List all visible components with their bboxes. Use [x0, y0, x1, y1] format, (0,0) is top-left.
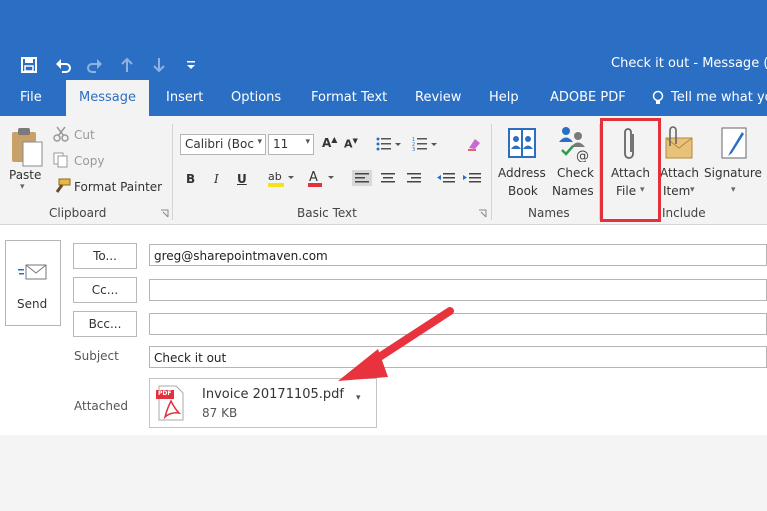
attach-file-highlight-box — [600, 118, 661, 222]
clipboard-group-label: Clipboard — [49, 206, 107, 220]
basic-text-group-label: Basic Text — [297, 206, 357, 220]
signature-button[interactable]: Signature — [704, 166, 762, 180]
scissors-icon — [53, 126, 69, 142]
send-label: Send — [17, 297, 48, 311]
svg-text:ab: ab — [268, 170, 282, 183]
customize-icon[interactable] — [185, 58, 197, 72]
svg-text:A: A — [309, 170, 318, 185]
attachment-item[interactable]: PDF Invoice 20171105.pdf 87 KB ▾ — [149, 378, 377, 428]
up-arrow-icon[interactable] — [120, 56, 134, 74]
svg-text:@: @ — [576, 149, 589, 162]
include-group-label: Include — [662, 206, 706, 220]
align-center-icon[interactable] — [378, 170, 398, 186]
tab-review[interactable]: Review — [415, 80, 461, 116]
font-size-select[interactable]: 11 ▾ — [268, 134, 314, 155]
attachment-size: 87 KB — [202, 406, 238, 420]
pdf-badge: PDF — [158, 390, 172, 397]
chevron-down-icon: ▾ — [305, 137, 310, 147]
bold-button[interactable]: B — [186, 172, 195, 186]
check-names-label-2[interactable]: Names — [552, 184, 594, 198]
tab-adobe-pdf[interactable]: ADOBE PDF — [550, 80, 626, 116]
align-right-icon[interactable] — [404, 170, 424, 186]
italic-button[interactable]: I — [214, 172, 219, 186]
attach-item-icon — [665, 126, 693, 159]
address-book-label-1[interactable]: Address — [498, 166, 546, 180]
check-names-icon: @ — [559, 127, 589, 162]
signature-icon — [721, 127, 747, 159]
message-body-area[interactable] — [0, 435, 767, 511]
font-name-value: Calibri (Boc — [185, 137, 254, 151]
undo-icon[interactable] — [54, 56, 72, 74]
down-arrow-icon[interactable] — [152, 56, 166, 74]
address-book-label-2[interactable]: Book — [508, 184, 538, 198]
names-group-label: Names — [528, 206, 570, 220]
window-top-band — [0, 0, 767, 50]
tab-insert[interactable]: Insert — [166, 80, 203, 116]
attach-item-label-2[interactable]: Item — [663, 184, 690, 198]
cc-field[interactable] — [149, 279, 767, 301]
envelope-icon — [18, 264, 47, 280]
decrease-indent-icon[interactable] — [436, 170, 456, 186]
copy-icon — [53, 152, 68, 168]
paste-dropdown-icon[interactable]: ▾ — [20, 182, 25, 192]
bcc-button[interactable]: Bcc... — [73, 311, 137, 337]
tab-help[interactable]: Help — [489, 80, 519, 116]
attachment-name: Invoice 20171105.pdf — [202, 387, 344, 402]
tab-file[interactable]: File — [20, 80, 42, 116]
attach-item-label-1[interactable]: Attach — [660, 166, 699, 180]
numbering-icon[interactable]: 1 2 3 — [412, 136, 438, 152]
underline-button[interactable]: U — [237, 172, 247, 186]
cc-button[interactable]: Cc... — [73, 277, 137, 303]
group-separator — [491, 124, 492, 220]
title-bar: Check it out - Message (H — [0, 50, 767, 80]
tab-format-text[interactable]: Format Text — [311, 80, 387, 116]
chevron-down-icon: ▾ — [257, 137, 262, 147]
save-icon[interactable] — [20, 56, 38, 74]
highlight-color-icon[interactable]: ab — [266, 168, 296, 188]
grow-font-icon[interactable]: A▲ — [322, 135, 337, 150]
ribbon: Paste ▾ Cut Copy Format Painter Clipboar… — [0, 116, 767, 225]
paste-icon — [12, 128, 43, 167]
increase-indent-icon[interactable] — [462, 170, 482, 186]
window-title: Check it out - Message (H — [611, 56, 767, 71]
paste-button[interactable]: Paste — [9, 168, 41, 182]
svg-text:3: 3 — [412, 147, 415, 152]
subject-label: Subject — [74, 349, 119, 363]
font-size-value: 11 — [273, 137, 289, 151]
signature-dropdown-icon[interactable]: ▾ — [731, 185, 736, 195]
bullets-icon[interactable] — [376, 136, 402, 152]
cut-button[interactable]: Cut — [74, 128, 95, 142]
to-field[interactable]: greg@sharepointmaven.com — [149, 244, 767, 266]
dialog-launcher-icon[interactable] — [478, 209, 487, 218]
to-button[interactable]: To... — [73, 243, 137, 269]
tell-me-box[interactable]: Tell me what you — [671, 80, 767, 116]
tab-message[interactable]: Message — [66, 80, 149, 116]
annotation-arrow — [338, 307, 454, 381]
attachment-menu-icon[interactable]: ▾ — [356, 393, 361, 403]
address-book-icon — [508, 128, 536, 158]
check-names-label-1[interactable]: Check — [557, 166, 594, 180]
compose-pane: Send To... greg@sharepointmaven.com Cc..… — [0, 225, 767, 435]
ribbon-tab-bar: File Message Insert Options Format Text … — [0, 80, 767, 116]
shrink-font-icon[interactable]: A▼ — [344, 137, 358, 151]
format-painter-button[interactable]: Format Painter — [74, 180, 162, 194]
redo-icon[interactable] — [86, 56, 104, 74]
align-left-icon[interactable] — [352, 170, 372, 186]
attach-item-dropdown-icon[interactable]: ▾ — [690, 185, 695, 195]
clear-formatting-icon[interactable] — [466, 136, 482, 152]
send-button[interactable]: Send — [5, 240, 61, 326]
tab-options[interactable]: Options — [231, 80, 281, 116]
attached-label: Attached — [74, 399, 128, 413]
lightbulb-icon — [652, 90, 664, 104]
copy-button[interactable]: Copy — [74, 154, 104, 168]
font-color-icon[interactable]: A — [306, 168, 336, 188]
dialog-launcher-icon[interactable] — [160, 209, 169, 218]
group-separator — [172, 124, 173, 220]
font-name-select[interactable]: Calibri (Boc ▾ — [180, 134, 266, 155]
format-painter-icon — [55, 178, 71, 193]
